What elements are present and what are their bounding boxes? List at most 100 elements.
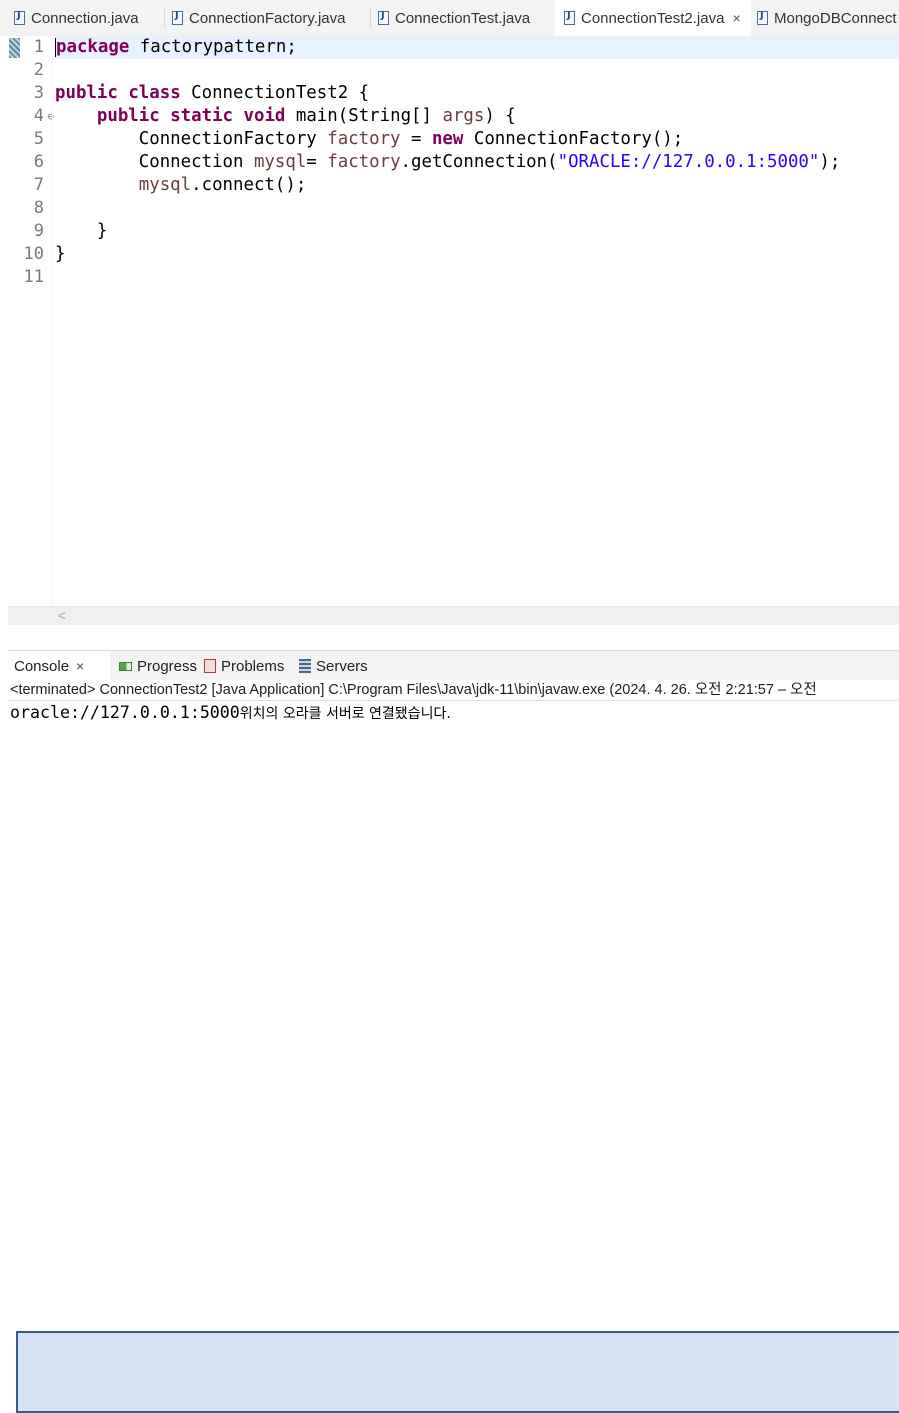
editor-tab-bar: Connection.java ConnectionFactory.java C… (0, 0, 899, 37)
variable: mysql (253, 152, 307, 172)
tab-divider (370, 8, 371, 28)
tab-label: Problems (221, 657, 285, 675)
code-text: } (55, 221, 108, 241)
code-text: ) { (484, 106, 516, 126)
code-text: Connection (138, 152, 254, 172)
code-text-area[interactable]: package factorypattern; public class Con… (55, 36, 899, 289)
java-file-icon (757, 10, 768, 25)
servers-icon (299, 659, 311, 673)
line-number: 3 (33, 83, 44, 103)
code-text: ); (819, 152, 841, 172)
keyword: public (96, 106, 160, 126)
variable: mysql (138, 175, 192, 195)
keyword: void (243, 106, 286, 126)
console-launch-description: <terminated> ConnectionTest2 [Java Appli… (8, 680, 899, 701)
code-line-5: ConnectionFactory factory = new Connecti… (55, 128, 899, 151)
code-line-9: } (55, 220, 899, 243)
console-output[interactable]: oracle://127.0.0.1:5000위치의 오라클 서버로 연결됐습니… (8, 701, 899, 725)
code-line-6: Connection mysql= factory.getConnection(… (55, 151, 899, 174)
tab-label: ConnectionTest.java (395, 9, 531, 27)
tab-mongodbconnect[interactable]: MongoDBConnect (757, 0, 899, 36)
java-file-icon (172, 10, 183, 25)
tab-label: Servers (316, 657, 368, 675)
code-text: = (400, 129, 432, 149)
tab-servers[interactable]: Servers (299, 651, 368, 681)
tab-label: ConnectionFactory.java (189, 9, 346, 27)
tab-console[interactable]: Console × (8, 651, 899, 1413)
tab-connectiontest2-java[interactable]: ConnectionTest2.java × (555, 0, 751, 36)
tab-label: ConnectionTest2.java (581, 9, 725, 27)
line-number: 8 (33, 198, 44, 218)
line-number: 5 (33, 129, 44, 149)
tab-connectionfactory-java[interactable]: ConnectionFactory.java (172, 0, 372, 36)
code-line-4: public static void main(String[] args) { (55, 105, 899, 128)
code-text: .getConnection( (400, 152, 558, 172)
horizontal-scrollbar[interactable]: < (8, 606, 899, 625)
line-number-4: 4 ⊖ (21, 105, 54, 128)
bottom-view-tabs: Console × Progress Problems Servers (8, 650, 899, 1413)
code-text: ConnectionFactory(); (463, 129, 684, 149)
tab-label: MongoDBConnect (774, 9, 897, 27)
line-number-label: 4 (33, 106, 44, 126)
console-view[interactable]: <terminated> ConnectionTest2 [Java Appli… (8, 680, 899, 762)
code-text: ConnectionFactory (138, 129, 328, 149)
tab-label: Progress (137, 657, 198, 675)
code-line-1: package factorypattern; (55, 36, 899, 59)
close-icon[interactable]: × (76, 658, 84, 674)
line-number: 11 (23, 267, 44, 287)
progress-icon (119, 661, 132, 671)
line-numbers: 1 2 3 4 ⊖ 5 6 7 8 9 10 11 (21, 36, 54, 289)
view-sash[interactable] (0, 625, 899, 650)
annotation-ruler (8, 36, 21, 625)
code-text: .connect(); (191, 175, 307, 195)
line-number: 2 (33, 60, 44, 80)
tab-problems[interactable]: Problems (204, 651, 284, 681)
tab-connectiontest-java[interactable]: ConnectionTest.java (378, 0, 553, 36)
code-text: main(String[] (285, 106, 443, 126)
code-line-10: } (55, 243, 899, 266)
keyword: static (170, 106, 234, 126)
console-output-text: oracle://127.0.0.1:5000 (10, 703, 240, 722)
line-number: 7 (33, 175, 44, 195)
editor-gutter: 1 2 3 4 ⊖ 5 6 7 8 9 10 11 (8, 36, 54, 625)
line-number: 10 (23, 244, 44, 264)
tab-divider (164, 8, 165, 28)
code-editor[interactable]: 1 2 3 4 ⊖ 5 6 7 8 9 10 11 package factory… (8, 36, 899, 625)
line-number: 9 (33, 221, 44, 241)
fold-collapse-icon[interactable]: ⊖ (47, 105, 54, 128)
code-text: factorypattern; (129, 37, 297, 57)
line-number: 1 (33, 37, 44, 57)
keyword: new (431, 129, 464, 149)
variable: factory (327, 129, 401, 149)
code-line-7: mysql.connect(); (55, 174, 899, 197)
string-literal: "ORACLE://127.0.0.1:5000" (557, 152, 820, 172)
keyword: public (55, 83, 118, 103)
line-number: 6 (33, 152, 44, 172)
code-line-3: public class ConnectionTest2 { (55, 82, 899, 105)
close-icon[interactable]: × (732, 10, 740, 26)
tab-progress[interactable]: Progress (119, 651, 197, 681)
code-text: } (55, 244, 66, 264)
console-output-message: 위치의 오라클 서버로 연결됐습니다. (239, 706, 451, 722)
gutter-divider (52, 36, 53, 625)
tab-label: Connection.java (31, 9, 139, 27)
java-file-icon (378, 10, 389, 25)
code-text: ConnectionTest2 { (180, 83, 370, 103)
keyword: class (128, 83, 181, 103)
java-file-icon (14, 10, 25, 25)
variable: factory (327, 152, 401, 172)
code-text: = (306, 152, 328, 172)
tab-label: Console (14, 657, 70, 675)
bookmark-marker (9, 38, 20, 58)
tab-connection-java[interactable]: Connection.java (14, 0, 164, 36)
problems-icon (204, 659, 216, 673)
variable: args (442, 106, 485, 126)
scroll-left-icon[interactable]: < (58, 608, 66, 623)
